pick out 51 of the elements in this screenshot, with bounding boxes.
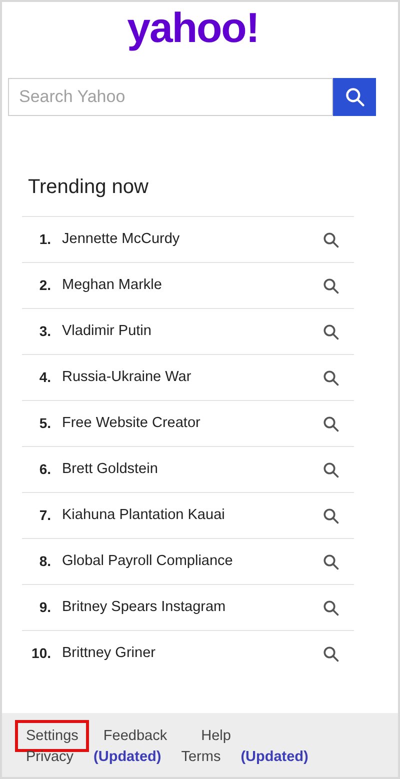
trending-label: Global Payroll Compliance	[62, 552, 234, 571]
rank-number: 3.	[38, 322, 52, 341]
search-icon	[322, 552, 340, 570]
search-icon	[322, 276, 340, 294]
trending-label: Free Website Creator	[62, 414, 202, 433]
search-icon	[322, 644, 340, 662]
updated-link[interactable]: (Updated)	[240, 747, 308, 769]
trending-item[interactable]: 8. Global Payroll Compliance	[22, 538, 354, 584]
footer-link[interactable]: Help	[201, 726, 231, 746]
trending-item[interactable]: 2. Meghan Markle	[22, 262, 354, 308]
search-icon	[322, 322, 340, 340]
search-field[interactable]: Search Yahoo	[8, 78, 333, 116]
rank-number: 1.	[38, 230, 52, 249]
rank-number: 7.	[38, 506, 52, 525]
search-button[interactable]	[333, 78, 376, 116]
trending-item[interactable]: 7. Kiahuna Plantation Kauai	[22, 492, 354, 538]
trending-item[interactable]: 6. Brett Goldstein	[22, 446, 354, 492]
rank-number: 2.	[38, 276, 52, 295]
trending-item[interactable]: 3. Vladimir Putin	[22, 308, 354, 354]
rank-number: 4.	[38, 368, 52, 387]
trending-label: Brittney Griner	[62, 644, 156, 663]
trending-title: Trending now	[27, 175, 150, 200]
footer-link[interactable]: Terms	[181, 747, 221, 769]
trending-label: Britney Spears Instagram	[62, 598, 227, 617]
trending-item[interactable]: 4. Russia-Ukraine War	[22, 354, 354, 400]
trending-label: Kiahuna Plantation Kauai	[62, 506, 226, 525]
search-icon	[322, 506, 340, 524]
trending-item[interactable]: 10. Brittney Griner	[22, 630, 354, 676]
trending-item[interactable]: 9. Britney Spears Instagram	[22, 584, 354, 630]
yahoo-logo[interactable]: yahoo!	[127, 6, 273, 78]
search-icon	[344, 86, 366, 108]
trending-label: Jennette McCurdy	[62, 230, 181, 249]
trending-item[interactable]: 5. Free Website Creator	[22, 400, 354, 446]
trending-label: Meghan Markle	[62, 276, 163, 295]
updated-link[interactable]: (Updated)	[94, 747, 162, 769]
trending-label: Vladimir Putin	[62, 322, 152, 341]
search-icon	[322, 414, 340, 432]
search-icon	[322, 460, 340, 478]
footer-link[interactable]: Settings	[15, 720, 90, 752]
rank-number: 10.	[30, 644, 52, 663]
trending-item[interactable]: 1. Jennette McCurdy	[22, 216, 354, 262]
footer-link[interactable]: Feedback	[103, 726, 168, 746]
search-icon	[322, 368, 340, 386]
rank-number: 9.	[38, 598, 52, 617]
rank-number: 6.	[38, 460, 52, 479]
trending-label: Russia-Ukraine War	[62, 368, 192, 387]
search-icon	[322, 230, 340, 248]
rank-number: 8.	[38, 552, 52, 571]
trending-label: Brett Goldstein	[62, 460, 159, 479]
search-icon	[322, 598, 340, 616]
rank-number: 5.	[38, 414, 52, 433]
